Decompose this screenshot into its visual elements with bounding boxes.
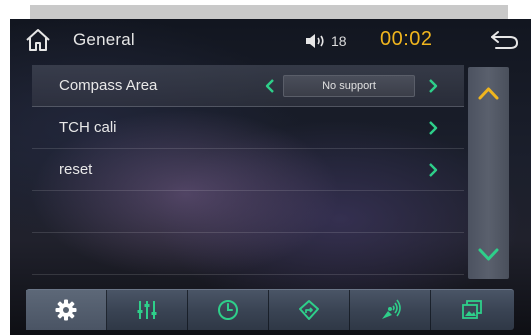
head-unit-screen: General 18 00:02 Compass Area No support xyxy=(10,19,531,335)
status-bar: General 18 00:02 xyxy=(10,19,531,63)
volume-level: 18 xyxy=(331,33,347,49)
nav-tab-gps[interactable] xyxy=(350,290,431,330)
setting-row-compass-area[interactable]: Compass Area No support xyxy=(32,65,464,107)
nav-tab-navigation[interactable] xyxy=(269,290,350,330)
satellite-icon xyxy=(382,299,401,319)
device-frame: General 18 00:02 Compass Area No support xyxy=(0,0,531,335)
setting-row-tch-cali[interactable]: TCH cali xyxy=(32,107,464,149)
chevron-up-icon[interactable] xyxy=(468,67,509,117)
chevron-right-icon xyxy=(429,121,438,135)
chevron-left-icon[interactable] xyxy=(265,78,275,94)
chevron-right-icon[interactable] xyxy=(428,78,438,94)
compass-area-value: No support xyxy=(283,75,415,97)
chevron-down-icon[interactable] xyxy=(468,229,509,279)
home-icon[interactable] xyxy=(25,28,51,52)
scrollbar[interactable] xyxy=(468,67,509,279)
setting-label: reset xyxy=(59,161,93,178)
clock-time: 00:02 xyxy=(380,28,433,50)
clock-icon xyxy=(218,300,238,320)
nav-tab-wallpaper[interactable] xyxy=(431,290,512,330)
wallpaper-icon xyxy=(461,300,482,319)
setting-label: Compass Area xyxy=(59,77,158,94)
setting-row-reset[interactable]: reset xyxy=(32,149,464,191)
chevron-right-icon xyxy=(429,163,438,177)
setting-row-empty xyxy=(32,191,464,233)
setting-row-empty xyxy=(32,233,464,275)
setting-label: TCH cali xyxy=(59,119,117,136)
nav-tab-equalizer[interactable] xyxy=(107,290,188,330)
settings-list: Compass Area No support TCH cali reset xyxy=(32,65,464,275)
gear-icon xyxy=(55,299,77,321)
equalizer-icon xyxy=(137,301,157,319)
nav-tab-general[interactable] xyxy=(26,290,107,330)
navigation-icon xyxy=(299,300,319,320)
top-bezel-strip xyxy=(30,5,508,19)
page-title: General xyxy=(73,30,135,49)
nav-tab-time[interactable] xyxy=(188,290,269,330)
back-arrow-icon[interactable] xyxy=(488,29,520,51)
bottom-nav-bar xyxy=(26,289,514,330)
speaker-icon xyxy=(306,34,324,48)
